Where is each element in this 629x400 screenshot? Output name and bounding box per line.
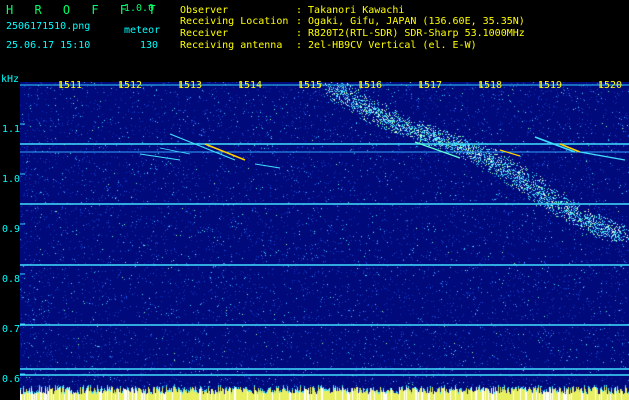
info-value-observer: : Takanori Kawachi xyxy=(296,5,405,16)
y-axis-unit: kHz xyxy=(1,74,20,85)
x-tick-label: 1514 xyxy=(238,80,263,91)
file-name: 2506171510.png xyxy=(6,21,91,32)
y-tick-label: 0.7 xyxy=(2,324,21,335)
meteor-count: 130 xyxy=(140,40,159,51)
x-tick-label: 1519 xyxy=(538,80,563,91)
info-key-observer: Observer xyxy=(180,5,229,16)
info-value-antenna: : 2el-HB9CV Vertical (el. E-W) xyxy=(296,40,477,51)
meteor-trace xyxy=(159,147,191,155)
info-key-antenna: Receiving antenna xyxy=(180,40,283,51)
y-tick-label: 1.1 xyxy=(2,124,21,135)
x-tick-label: 1513 xyxy=(178,80,203,91)
x-tick-label: 1511 xyxy=(58,80,83,91)
x-tick-label: 1520 xyxy=(598,80,623,91)
app-version: 1.0.0 xyxy=(124,3,155,14)
y-tick-label: 0.8 xyxy=(2,274,21,285)
info-key-receiver: Receiver xyxy=(180,28,229,39)
spectrogram-plot xyxy=(20,82,629,400)
spectrogram-window: H R O F F T 1.0.0 2506171510.png meteor … xyxy=(0,0,629,400)
x-tick-label: 1515 xyxy=(298,80,323,91)
date-time: 25.06.17 15:10 xyxy=(6,40,91,51)
info-value-receiver: : R820T2(RTL-SDR) SDR-Sharp 53.1000MHz xyxy=(296,28,525,39)
meteor-trace xyxy=(579,151,626,161)
info-key-location: Receiving Location xyxy=(180,16,289,27)
meteor-trace xyxy=(169,133,236,161)
x-tick-label: 1512 xyxy=(118,80,143,91)
meteor-trace xyxy=(499,149,521,157)
x-tick-label: 1516 xyxy=(358,80,383,91)
meteor-label: meteor xyxy=(124,25,161,36)
meteor-trace xyxy=(139,153,181,161)
signal-overlay xyxy=(20,82,629,376)
y-tick-label: 0.6 xyxy=(2,374,21,385)
y-tick-label: 1.0 xyxy=(2,174,21,185)
meteor-trace xyxy=(254,163,281,169)
info-value-location: : Ogaki, Gifu, JAPAN (136.60E, 35.35N) xyxy=(296,16,525,27)
x-tick-label: 1518 xyxy=(478,80,503,91)
x-tick-label: 1517 xyxy=(418,80,443,91)
y-tick-label: 0.9 xyxy=(2,224,21,235)
